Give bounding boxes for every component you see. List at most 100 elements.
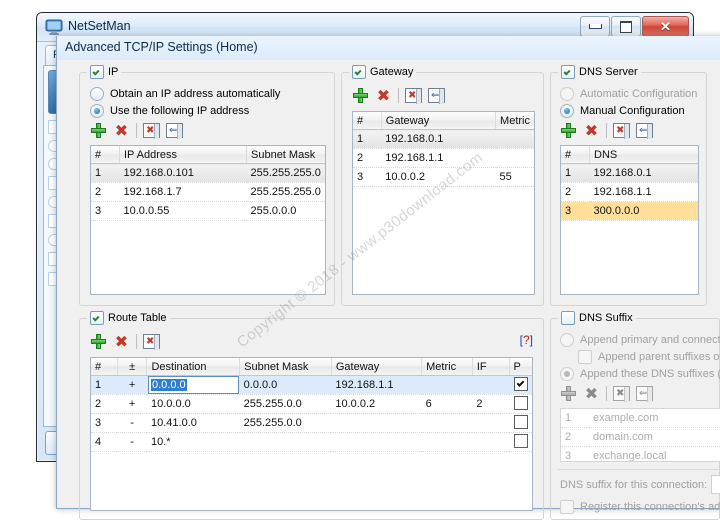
cell-subnet-mask[interactable]: 255.255.255.0: [246, 182, 325, 202]
cell-gateway[interactable]: 10.0.0.2: [381, 167, 496, 187]
clear-all-icon[interactable]: ✖: [405, 88, 422, 104]
dns-table[interactable]: # DNS 1 192.168.0.1 2 192.168.1.1 3 300.…: [560, 145, 699, 295]
cell-if[interactable]: [472, 432, 509, 452]
cell-persistent[interactable]: [509, 432, 532, 452]
dns-group-legend[interactable]: DNS Server: [558, 65, 641, 79]
add-icon[interactable]: [560, 122, 577, 139]
cell-metric[interactable]: 6: [421, 394, 473, 414]
cell-persistent[interactable]: [509, 413, 532, 433]
cell-gateway[interactable]: 192.168.0.1: [381, 129, 496, 149]
cell-subnet-mask[interactable]: [239, 432, 332, 452]
remove-icon[interactable]: ✖: [583, 385, 600, 402]
gateway-table[interactable]: # Gateway Metric 1 192.168.0.1 2 192.168…: [352, 111, 535, 295]
cell-dns[interactable]: 192.168.0.1: [589, 163, 698, 183]
import-icon[interactable]: ⇐: [636, 386, 653, 402]
table-row[interactable]: 4 - 10.*: [91, 432, 532, 452]
table-row[interactable]: 1 192.168.0.101 255.255.255.0: [91, 163, 325, 183]
ip-manual-option[interactable]: Use the following IP address: [90, 104, 249, 118]
list-item[interactable]: 1 example.com: [561, 409, 720, 428]
cell-ip-address[interactable]: 192.168.0.101: [119, 163, 247, 183]
table-row[interactable]: 1 + 0.0.0.0 0.0.0.0 192.168.1.1: [91, 375, 532, 395]
cell-gateway[interactable]: [331, 432, 422, 452]
cell-destination[interactable]: 0.0.0.0: [146, 375, 240, 395]
dns-auto-radio[interactable]: [560, 87, 574, 101]
cell-persistent[interactable]: [509, 375, 532, 395]
cell-suffix[interactable]: domain.com: [589, 427, 720, 447]
route-group-legend[interactable]: Route Table: [87, 311, 170, 325]
remove-icon[interactable]: ✖: [375, 87, 392, 104]
dns-suffix-enabled-checkbox[interactable]: [561, 311, 575, 325]
dns-enabled-checkbox[interactable]: [561, 65, 575, 79]
clear-all-icon[interactable]: ✖: [613, 386, 630, 402]
persistent-checkbox[interactable]: [514, 414, 528, 429]
table-row[interactable]: 2 + 10.0.0.0 255.255.0.0 10.0.0.2 6 2: [91, 394, 532, 414]
table-row[interactable]: 3 - 10.41.0.0 255.255.0.0: [91, 413, 532, 433]
cell-gateway[interactable]: 10.0.0.2: [331, 394, 422, 414]
cell-metric[interactable]: [421, 432, 473, 452]
register-address-option[interactable]: Register this connection's addres: [560, 500, 720, 514]
register-address-checkbox[interactable]: [560, 500, 574, 514]
dns-suffix-primary-option[interactable]: Append primary and connection: [560, 333, 720, 347]
cell-subnet-mask[interactable]: 255.0.0.0: [246, 201, 325, 221]
dns-suffix-these-option[interactable]: Append these DNS suffixes (in o: [560, 367, 720, 381]
gateway-group-legend[interactable]: Gateway: [349, 65, 417, 79]
cell-dns[interactable]: 300.0.0.0: [589, 201, 698, 221]
table-row[interactable]: 2 192.168.1.1: [561, 182, 698, 202]
add-icon[interactable]: [560, 385, 577, 402]
dns-manual-option[interactable]: Manual Configuration: [560, 104, 685, 118]
connection-suffix-input[interactable]: [711, 475, 720, 494]
table-row[interactable]: 3 300.0.0.0: [561, 201, 698, 221]
route-help-link[interactable]: [[?]?]: [520, 333, 533, 347]
cell-if[interactable]: [472, 375, 509, 395]
ip-table[interactable]: # IP Address Subnet Mask 1 192.168.0.101…: [90, 145, 326, 295]
dns-auto-option[interactable]: Automatic Configuration: [560, 87, 697, 101]
table-row[interactable]: 2 192.168.1.1: [353, 148, 534, 168]
remove-icon[interactable]: ✖: [113, 333, 130, 350]
cell-subnet-mask[interactable]: 0.0.0.0: [239, 375, 332, 395]
cell-metric[interactable]: [421, 375, 473, 395]
dns-suffix-group-legend[interactable]: DNS Suffix: [558, 311, 636, 325]
route-enabled-checkbox[interactable]: [90, 311, 104, 325]
route-table[interactable]: # ± Destination Subnet Mask Gateway Metr…: [90, 357, 533, 511]
list-item[interactable]: 3 exchange.local: [561, 446, 720, 461]
maximize-button[interactable]: [611, 16, 641, 37]
persistent-checkbox[interactable]: [514, 376, 528, 391]
cell-suffix[interactable]: example.com: [589, 409, 720, 428]
cell-persistent[interactable]: [509, 394, 532, 414]
persistent-checkbox[interactable]: [514, 433, 528, 448]
cell-sign[interactable]: -: [117, 413, 147, 433]
close-button[interactable]: ✕: [642, 16, 689, 37]
destination-edit-input[interactable]: 0.0.0.0: [147, 376, 239, 394]
cell-metric[interactable]: [495, 148, 534, 168]
ip-enabled-checkbox[interactable]: [90, 65, 104, 79]
clear-all-icon[interactable]: ✖: [143, 334, 160, 350]
table-row[interactable]: 1 192.168.0.1: [353, 129, 534, 149]
table-row[interactable]: 2 192.168.1.7 255.255.255.0: [91, 182, 325, 202]
dns-suffix-parent-option[interactable]: Append parent suffixes of th: [578, 350, 720, 364]
cell-destination[interactable]: 10.*: [146, 432, 240, 452]
list-item[interactable]: 2 domain.com: [561, 427, 720, 447]
cell-metric[interactable]: [421, 413, 473, 433]
ip-auto-option[interactable]: Obtain an IP address automatically: [90, 87, 280, 101]
cell-suffix[interactable]: exchange.local: [589, 446, 720, 461]
cell-dns[interactable]: 192.168.1.1: [589, 182, 698, 202]
import-icon[interactable]: ⇐: [428, 88, 445, 104]
cell-if[interactable]: [472, 413, 509, 433]
cell-ip-address[interactable]: 10.0.0.55: [119, 201, 247, 221]
cell-metric[interactable]: [495, 129, 534, 149]
minimize-button[interactable]: [580, 16, 610, 37]
ip-auto-radio[interactable]: [90, 87, 104, 101]
persistent-checkbox[interactable]: [514, 395, 528, 410]
cell-destination[interactable]: 10.41.0.0: [146, 413, 240, 433]
cell-subnet-mask[interactable]: 255.255.255.0: [246, 163, 325, 183]
dns-suffix-these-radio[interactable]: [560, 367, 574, 381]
table-row[interactable]: 1 192.168.0.1: [561, 163, 698, 183]
cell-subnet-mask[interactable]: 255.255.0.0: [239, 394, 332, 414]
ip-manual-radio[interactable]: [90, 104, 104, 118]
add-icon[interactable]: [90, 122, 107, 139]
cell-subnet-mask[interactable]: 255.255.0.0: [239, 413, 332, 433]
cell-metric[interactable]: 55: [495, 167, 534, 187]
table-row[interactable]: 3 10.0.0.55 255.0.0.0: [91, 201, 325, 221]
cell-sign[interactable]: +: [117, 394, 147, 414]
add-icon[interactable]: [352, 87, 369, 104]
